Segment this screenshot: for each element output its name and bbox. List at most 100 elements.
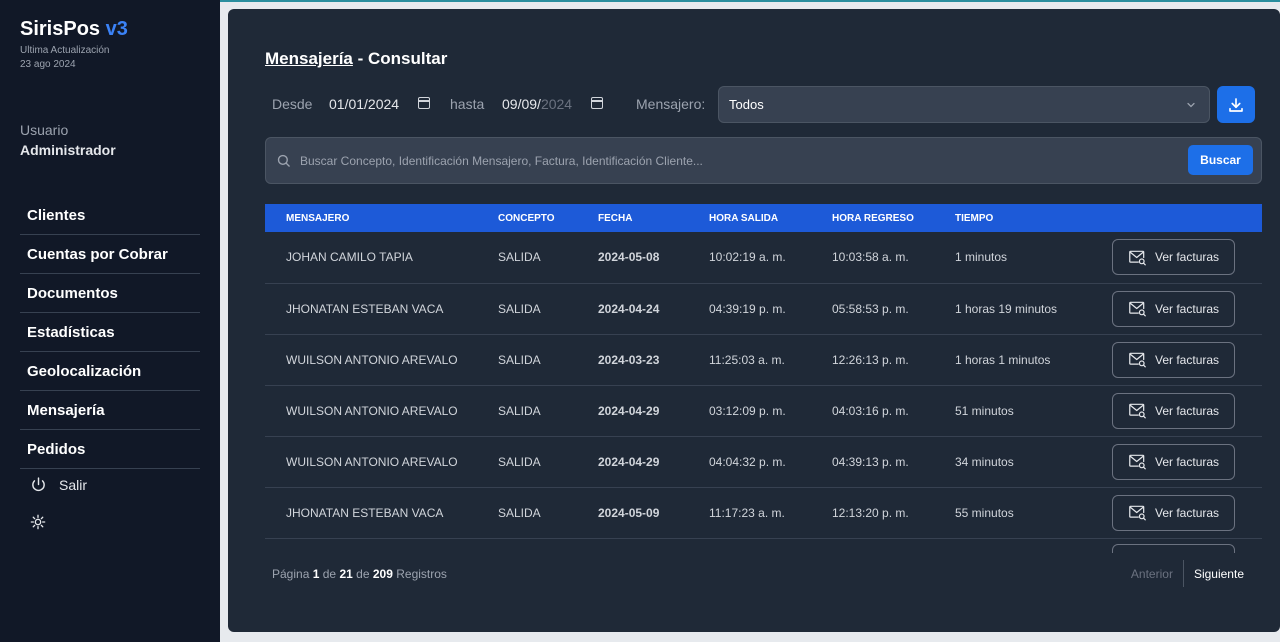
cell-action: Ver facturas xyxy=(1091,385,1262,436)
sidebar-item-clientes[interactable]: Clientes xyxy=(20,196,200,235)
table-header-row: MENSAJERO CONCEPTO FECHA HORA SALIDA HOR… xyxy=(265,204,1262,232)
view-invoices-button[interactable] xyxy=(1112,544,1235,553)
view-invoices-button[interactable]: Ver facturas xyxy=(1112,290,1235,327)
mail-search-icon xyxy=(1129,352,1146,368)
view-invoices-button[interactable]: Ver facturas xyxy=(1112,341,1235,378)
cell-fecha: 2024-05-08 xyxy=(598,250,660,265)
messenger-select[interactable]: Todos xyxy=(718,86,1210,123)
cell-salida: 11:17:23 a. m. xyxy=(709,505,785,520)
table-row: JHONATAN ESTEBAN VACA SALIDA 2024-04-24 04:… xyxy=(265,283,1262,334)
sidebar-nav: Clientes Cuentas por Cobrar Documentos E… xyxy=(20,196,200,469)
sidebar-item-pedidos[interactable]: Pedidos xyxy=(20,430,200,469)
logout-label: Salir xyxy=(59,476,88,493)
view-invoices-button[interactable]: Ver facturas xyxy=(1112,239,1235,276)
cell-action xyxy=(1091,538,1262,553)
messenger-label: Mensajero: xyxy=(636,96,706,112)
pagination-info: Página 1 de 21 de 209 Registros xyxy=(272,567,447,581)
cell-fecha: 2024-05-09 xyxy=(598,505,660,520)
column-header-concepto[interactable]: CONCEPTO xyxy=(477,204,577,232)
cell-action: Ver facturas xyxy=(1091,487,1262,538)
search-bar: Buscar xyxy=(265,137,1262,184)
cell-action: Ver facturas xyxy=(1091,436,1262,487)
last-update-date: 23 ago 2024 xyxy=(20,59,76,70)
view-invoices-button[interactable]: Ver facturas xyxy=(1112,443,1235,480)
cell-salida: 04:39:19 p. m. xyxy=(709,301,786,316)
from-date-label: Desde xyxy=(272,96,313,112)
messenger-select-value: Todos xyxy=(729,97,764,112)
view-invoices-label: Ver facturas xyxy=(1155,403,1220,418)
cell-action: Ver facturas xyxy=(1091,283,1262,334)
user-name: Administrador xyxy=(20,142,116,158)
cell-regreso: 10:03:58 a. m. xyxy=(832,250,909,265)
page-title-suffix: - Consultar xyxy=(352,49,448,68)
cell-salida: 11:25:03 a. m. xyxy=(709,352,785,367)
cell-mensajero: WUILSON ANTONIO AREVALO xyxy=(286,352,458,367)
search-icon xyxy=(277,154,290,167)
table-row: JOHAN CAMILO TAPIA SALIDA 2024-05-08 10:02:… xyxy=(265,232,1262,283)
previous-page-button[interactable]: Anterior xyxy=(1131,560,1184,587)
cell-mensajero: JHONATAN ESTEBAN VACA xyxy=(286,301,444,316)
cell-concepto: SALIDA xyxy=(498,505,541,520)
cell-tiempo: 34 minutos xyxy=(955,454,1014,469)
calendar-icon[interactable] xyxy=(591,97,603,109)
cell-regreso: 04:03:16 p. m. xyxy=(832,403,909,418)
cell-tiempo: 51 minutos xyxy=(955,403,1014,418)
cell-fecha: 2024-03-23 xyxy=(598,352,660,367)
search-button[interactable]: Buscar xyxy=(1188,145,1253,175)
column-header-fecha[interactable]: FECHA xyxy=(577,204,688,232)
mail-search-icon xyxy=(1129,505,1146,521)
view-invoices-label: Ver facturas xyxy=(1155,454,1220,469)
sun-icon[interactable] xyxy=(30,514,46,530)
sidebar: SirisPos v3 Ultima Actualización 23 ago … xyxy=(0,0,220,642)
cell-action: Ver facturas xyxy=(1091,334,1262,385)
table-row: WUILSON ANTONIO AREVALO SALIDA 2024-04-29 0… xyxy=(265,436,1262,487)
cell-tiempo: 1 minutos xyxy=(955,250,1008,265)
cell-fecha: 2024-04-24 xyxy=(598,301,660,316)
cell-mensajero: WUILSON ANTONIO AREVALO xyxy=(286,454,458,469)
cell-mensajero: JOHAN CAMILO TAPIA xyxy=(286,250,413,265)
next-page-button[interactable]: Siguiente xyxy=(1184,567,1244,581)
power-icon xyxy=(32,477,45,492)
cell-tiempo: 1 horas 1 minutos xyxy=(955,352,1051,367)
mail-search-icon xyxy=(1129,301,1146,317)
cell-mensajero: WUILSON ANTONIO AREVALO xyxy=(286,403,458,418)
download-button[interactable] xyxy=(1217,86,1255,123)
table-row xyxy=(265,538,1262,553)
calendar-icon[interactable] xyxy=(418,97,430,109)
sidebar-item-estadisticas[interactable]: Estadísticas xyxy=(20,313,200,352)
cell-salida: 04:04:32 p. m. xyxy=(709,454,786,469)
sidebar-item-mensajeria[interactable]: Mensajería xyxy=(20,391,200,430)
to-date-label: hasta xyxy=(450,96,485,112)
chevron-down-icon xyxy=(1187,102,1195,108)
column-header-hora-salida[interactable]: HORA SALIDA xyxy=(688,204,811,232)
table-row: WUILSON ANTONIO AREVALO SALIDA 2024-04-29 0… xyxy=(265,385,1262,436)
cell-salida: 03:12:09 p. m. xyxy=(709,403,786,418)
sidebar-item-geolocalizacion[interactable]: Geolocalización xyxy=(20,352,200,391)
page-title: Mensajería - Consultar xyxy=(265,49,447,69)
table-row: JHONATAN ESTEBAN VACA SALIDA 2024-05-09 11:… xyxy=(265,487,1262,538)
brand-logo: SirisPos v3 xyxy=(20,18,128,40)
from-date-input[interactable]: 01/01/2024 xyxy=(329,96,399,112)
column-header-hora-regreso[interactable]: HORA REGRESO xyxy=(811,204,934,232)
cell-regreso: 12:13:20 p. m. xyxy=(832,505,909,520)
column-header-mensajero[interactable]: MENSAJERO xyxy=(265,204,477,232)
column-header-tiempo[interactable]: TIEMPO xyxy=(934,204,1091,232)
sidebar-item-cuentas-por-cobrar[interactable]: Cuentas por Cobrar xyxy=(20,235,200,274)
logout-button[interactable]: Salir xyxy=(30,476,87,493)
search-input[interactable] xyxy=(300,151,1160,171)
view-invoices-button[interactable]: Ver facturas xyxy=(1112,494,1235,531)
view-invoices-label: Ver facturas xyxy=(1155,505,1220,520)
cell-concepto: SALIDA xyxy=(498,403,541,418)
sidebar-item-documentos[interactable]: Documentos xyxy=(20,274,200,313)
view-invoices-label: Ver facturas xyxy=(1155,352,1220,367)
to-date-input[interactable]: 09/09/2024 xyxy=(502,96,572,112)
cell-regreso: 05:58:53 p. m. xyxy=(832,301,909,316)
cell-regreso: 04:39:13 p. m. xyxy=(832,454,909,469)
table-row: WUILSON ANTONIO AREVALO SALIDA 2024-03-23 1… xyxy=(265,334,1262,385)
cell-regreso: 12:26:13 p. m. xyxy=(832,352,909,367)
user-label: Usuario xyxy=(20,122,69,138)
mail-search-icon xyxy=(1129,454,1146,470)
cell-mensajero: JHONATAN ESTEBAN VACA xyxy=(286,505,444,520)
view-invoices-button[interactable]: Ver facturas xyxy=(1112,392,1235,429)
breadcrumb-mensajeria[interactable]: Mensajería xyxy=(265,49,353,68)
